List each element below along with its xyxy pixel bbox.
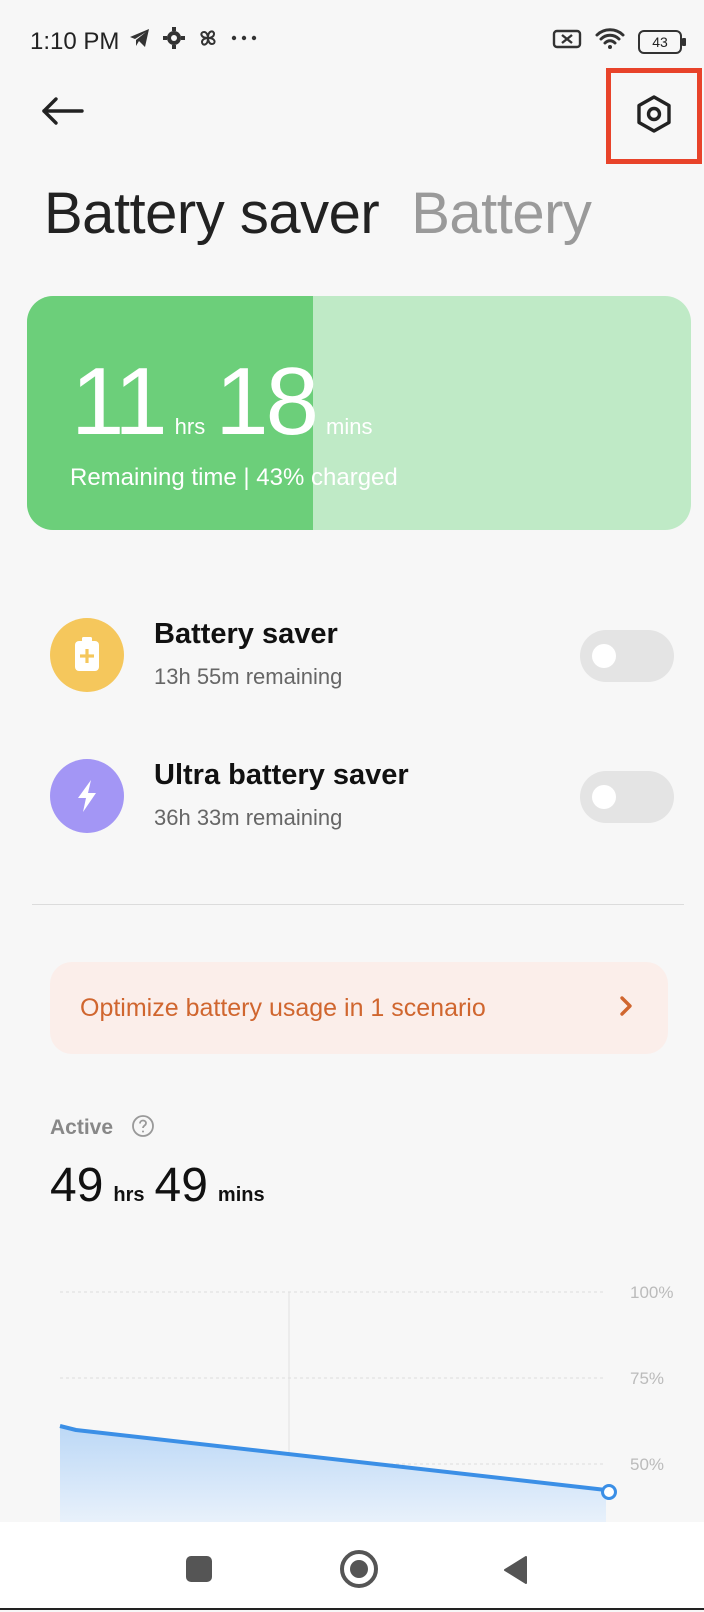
battery-saver-title: Battery saver bbox=[154, 618, 338, 650]
back-triangle-icon[interactable] bbox=[502, 1555, 528, 1590]
chevron-right-icon bbox=[618, 994, 634, 1023]
tab-battery[interactable]: Battery bbox=[411, 180, 592, 247]
remaining-minutes-unit: mins bbox=[326, 414, 373, 439]
pinwheel-icon bbox=[196, 26, 220, 55]
telegram-icon bbox=[128, 26, 152, 55]
gear-hexagon-icon bbox=[634, 94, 674, 139]
remaining-minutes: 18 bbox=[215, 348, 319, 455]
battery-level-chart: 100% 75% 50% bbox=[59, 1283, 673, 1522]
gear-icon bbox=[162, 26, 186, 55]
lightning-icon bbox=[50, 759, 124, 833]
active-minutes-unit: mins bbox=[217, 1184, 265, 1206]
battery-icon: 43 bbox=[638, 29, 686, 54]
battery-plus-icon bbox=[50, 618, 124, 692]
active-hours: 49 bbox=[50, 1159, 104, 1212]
battery-caption: Remaining time | 43% charged bbox=[70, 464, 398, 491]
wifi-icon bbox=[594, 26, 626, 57]
home-icon[interactable] bbox=[340, 1550, 378, 1588]
battery-area bbox=[60, 1426, 606, 1522]
ultra-battery-saver-toggle[interactable] bbox=[580, 771, 674, 823]
ultra-battery-saver-row[interactable]: Ultra battery saver 36h 33m remaining bbox=[50, 755, 674, 835]
title-tabs: Battery saver Battery bbox=[44, 180, 592, 247]
navigation-bar bbox=[0, 1522, 704, 1610]
section-divider bbox=[32, 904, 684, 905]
ultra-battery-saver-title: Ultra battery saver bbox=[154, 759, 409, 791]
toggle-knob bbox=[592, 785, 616, 809]
battery-saver-row[interactable]: Battery saver 13h 55m remaining bbox=[50, 614, 674, 694]
optimize-label: Optimize battery usage in 1 scenario bbox=[80, 993, 486, 1022]
active-minutes: 49 bbox=[154, 1159, 208, 1212]
help-icon[interactable] bbox=[131, 1114, 155, 1143]
current-level-point bbox=[601, 1484, 617, 1500]
ultra-battery-saver-remaining: 36h 33m remaining bbox=[154, 805, 343, 830]
settings-button[interactable] bbox=[606, 68, 702, 164]
optimize-battery-card[interactable]: Optimize battery usage in 1 scenario bbox=[50, 962, 668, 1054]
tab-battery-saver[interactable]: Battery saver bbox=[44, 180, 380, 247]
battery-remaining-time: 11 hrs 18 mins bbox=[71, 354, 382, 450]
battery-remaining-card: 11 hrs 18 mins Remaining time | 43% char… bbox=[27, 296, 691, 530]
active-hours-unit: hrs bbox=[113, 1184, 145, 1206]
remaining-hours-unit: hrs bbox=[174, 414, 206, 439]
sim-off-icon bbox=[552, 27, 582, 56]
recents-icon[interactable] bbox=[186, 1556, 212, 1582]
toggle-knob bbox=[592, 644, 616, 668]
more-icon bbox=[230, 26, 258, 55]
remaining-hours: 11 bbox=[71, 348, 168, 455]
arrow-left-icon bbox=[40, 96, 84, 131]
status-bar: 1:10 PM 43 bbox=[0, 0, 704, 80]
y-tick-50: 50% bbox=[630, 1455, 664, 1474]
home-dot bbox=[350, 1560, 368, 1578]
y-tick-100: 100% bbox=[630, 1283, 673, 1302]
back-button[interactable] bbox=[40, 88, 104, 138]
active-label: Active bbox=[50, 1116, 114, 1139]
y-tick-75: 75% bbox=[630, 1369, 664, 1388]
battery-saver-remaining: 13h 55m remaining bbox=[154, 664, 343, 689]
status-icons-right: 43 bbox=[552, 26, 686, 57]
status-time: 1:10 PM bbox=[30, 28, 120, 55]
active-time: 49 hrs 49 mins bbox=[50, 1162, 275, 1210]
status-icons-left bbox=[128, 26, 258, 55]
battery-saver-toggle[interactable] bbox=[580, 630, 674, 682]
